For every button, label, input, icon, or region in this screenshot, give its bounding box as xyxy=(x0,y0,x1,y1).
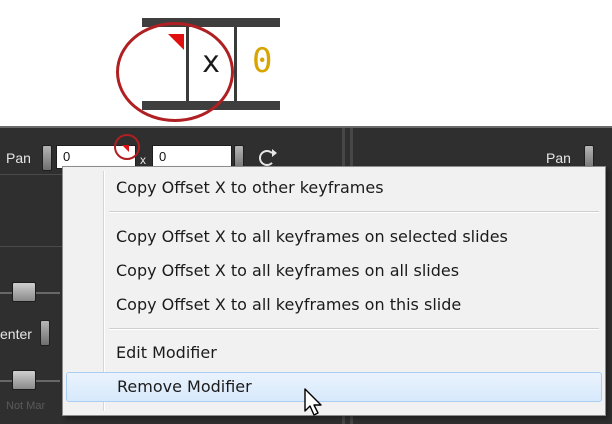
slider-knob[interactable] xyxy=(12,282,36,302)
highlight-circle-small xyxy=(114,134,140,160)
context-menu: Copy Offset X to other keyframes Copy Of… xyxy=(62,166,606,416)
reset-icon[interactable] xyxy=(259,149,277,166)
menu-item-copy-all-slides[interactable]: Copy Offset X to all keyframes on all sl… xyxy=(66,256,602,286)
menu-item-copy-selected-slides[interactable]: Copy Offset X to all keyframes on select… xyxy=(66,222,602,252)
menu-item-copy-this-slide[interactable]: Copy Offset X to all keyframes on this s… xyxy=(66,290,602,320)
watermark: Not Mar xyxy=(6,400,46,412)
zoom-divider-right xyxy=(234,27,237,101)
zoom-value: 0 xyxy=(252,41,273,81)
side-label: enter xyxy=(0,326,32,342)
pan-label-right: Pan xyxy=(546,150,571,166)
menu-separator xyxy=(109,328,599,330)
pan-knob-left[interactable] xyxy=(42,145,52,171)
side-knob[interactable] xyxy=(40,320,50,346)
menu-item-edit-modifier[interactable]: Edit Modifier xyxy=(66,338,602,368)
menu-item-remove-modifier[interactable]: Remove Modifier xyxy=(66,372,602,402)
mouse-cursor-icon xyxy=(304,388,322,416)
multiplier-label: x xyxy=(140,153,146,167)
slider-knob-2[interactable] xyxy=(12,370,36,390)
pan-label-left: Pan xyxy=(6,150,31,166)
menu-item-copy-other-keyframes[interactable]: Copy Offset X to other keyframes xyxy=(66,173,602,203)
zoom-highlight-circle xyxy=(116,22,234,122)
menu-separator xyxy=(109,211,599,213)
